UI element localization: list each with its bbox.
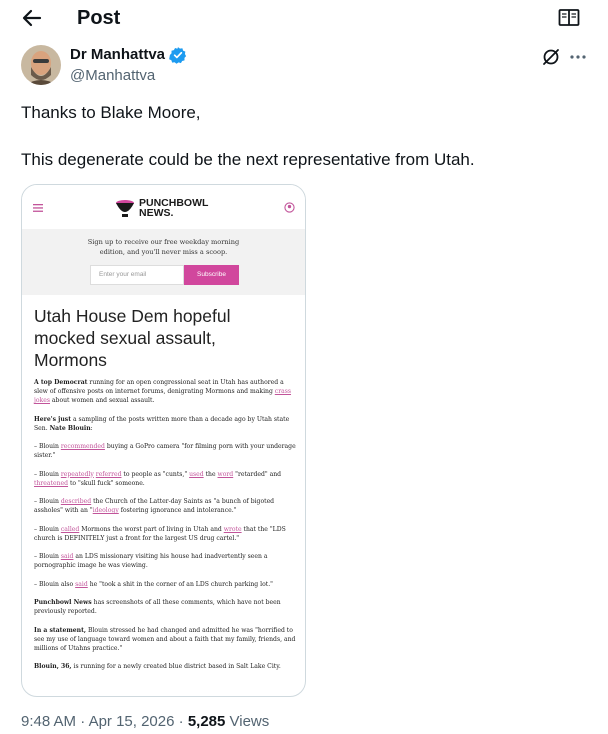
text: – Blouin also	[34, 580, 76, 588]
article-link: recommended	[60, 443, 105, 450]
email-field: Enter your email	[90, 265, 184, 285]
article-link: said	[75, 580, 88, 588]
author-name[interactable]: Dr Manhattva	[70, 46, 187, 64]
article-bullet: – Blouin also said he "took a shit in th…	[34, 580, 296, 589]
post-time[interactable]: 9:48 AM	[21, 713, 76, 730]
text: to "skull fuck" someone.	[68, 479, 145, 487]
article-link: referred	[95, 470, 122, 478]
avatar-portrait-icon	[21, 45, 61, 85]
article-bullet: – Blouin recommended buying a GoPro came…	[34, 442, 296, 460]
article-body: A top Democrat running for an open congr…	[34, 378, 296, 681]
article-paragraph: Blouin, 36, is running for a newly creat…	[34, 662, 296, 671]
publisher-name-line-2: NEWS.	[139, 207, 174, 219]
article-link: called	[60, 525, 80, 533]
text: the	[203, 470, 218, 478]
text-bold: Blouin, 36,	[34, 663, 72, 670]
text: about women and sexual assault.	[49, 397, 155, 404]
article-link: used	[189, 470, 204, 478]
text: – Blouin	[34, 553, 61, 560]
subscribe-button: Subscribe	[184, 265, 239, 285]
account-icon	[284, 202, 295, 213]
hamburger-menu-icon	[33, 204, 43, 212]
article-link: repeatedly	[60, 470, 94, 478]
top-bar: Post	[0, 0, 608, 36]
text: "retarded" and	[233, 470, 282, 478]
text: – Blouin	[34, 498, 61, 505]
article-link: wrote	[223, 525, 242, 533]
text: – Blouin	[34, 470, 61, 478]
article-paragraph: In a statement, Blouin stressed he had c…	[34, 626, 296, 653]
punchbowl-logo-icon	[116, 200, 134, 217]
text-bold: Punchbowl News	[34, 599, 92, 606]
article-bullet: – Blouin repeatedly referred to people a…	[34, 470, 296, 488]
text: Mormons the worst part of living in Utah…	[79, 525, 224, 533]
article-link: said	[60, 553, 74, 560]
post-meta: 9:48 AM · Apr 15, 2026 · 5,285 Views	[21, 713, 269, 731]
article-bullet: – Blouin said an LDS missionary visiting…	[34, 552, 296, 570]
author-handle[interactable]: @Manhattva	[70, 67, 155, 85]
text: he "took a shit in the corner of an LDS …	[87, 580, 273, 588]
article-bullet: – Blouin called Mormons the worst part o…	[34, 525, 296, 543]
author-name-text[interactable]: Dr Manhattva	[70, 46, 165, 64]
text: is running for a newly created blue dist…	[71, 663, 281, 670]
article-link: threatened	[34, 479, 69, 487]
views-count: 5,285	[187, 713, 226, 730]
text-bold: A top Democrat	[34, 379, 88, 386]
article-bullet: – Blouin described the Church of the Lat…	[34, 497, 296, 515]
article-paragraph: A top Democrat running for an open congr…	[34, 378, 296, 405]
article-paragraph: Punchbowl News has screenshots of all th…	[34, 598, 296, 616]
text: :	[90, 424, 93, 432]
publisher-name: PUNCHBOWL NEWS.	[139, 198, 208, 219]
text-bold: Nate Blouin	[49, 424, 91, 432]
article-link: ideology	[92, 507, 119, 514]
reader-mode-icon[interactable]	[558, 8, 580, 28]
article-header: PUNCHBOWL NEWS.	[22, 185, 305, 229]
text: fostering ignorance and intolerance."	[118, 507, 237, 514]
avatar[interactable]	[21, 45, 61, 85]
article-link: jokes	[34, 397, 50, 404]
attached-image[interactable]: PUNCHBOWL NEWS. Sign up to receive our f…	[21, 184, 306, 697]
separator: ·	[174, 713, 188, 730]
article-link: described	[60, 498, 92, 505]
tweet-text-line-2: This degenerate could be the next repres…	[21, 150, 475, 169]
views-label: Views	[225, 713, 270, 730]
article-link: crass	[274, 388, 292, 395]
more-options-icon[interactable]	[568, 47, 588, 67]
separator: ·	[76, 713, 89, 730]
article-headline: Utah House Dem hopeful mocked sexual ass…	[34, 306, 231, 370]
text-bold: In a statement,	[34, 626, 87, 634]
grok-icon[interactable]	[541, 47, 561, 67]
text-bold: Here's just	[34, 415, 72, 423]
page-title: Post	[77, 7, 121, 29]
verified-badge-icon	[169, 47, 187, 64]
tweet-text-line-1: Thanks to Blake Moore,	[21, 103, 201, 122]
post-date[interactable]: Apr 15, 2026	[89, 713, 175, 730]
text: – Blouin	[34, 525, 61, 533]
signup-text: Sign up to receive our free weekday morn…	[87, 238, 240, 256]
back-arrow-icon[interactable]	[20, 6, 44, 30]
article-link: word	[217, 470, 234, 478]
newsletter-signup: Sign up to receive our free weekday morn…	[22, 229, 305, 295]
article-paragraph: Here's just a sampling of the posts writ…	[34, 415, 296, 433]
text: – Blouin	[34, 443, 61, 450]
text: to people as "cunts,"	[121, 470, 190, 478]
